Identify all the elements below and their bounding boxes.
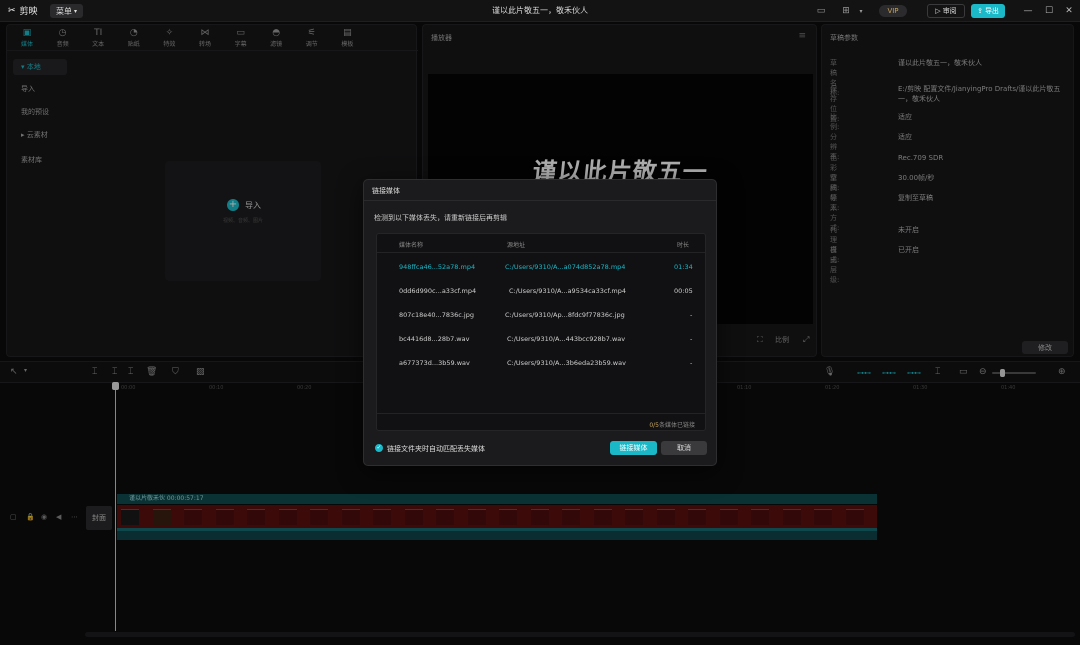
chevron-down-icon[interactable]: ▾ [855, 5, 867, 17]
layout-icon[interactable]: ▭ [815, 5, 827, 17]
media-name: bc4416d8...28b7.wav [399, 335, 470, 343]
dialog-message: 检测到以下媒体丢失，请重新链接后再剪辑 [374, 214, 507, 222]
review-button[interactable]: ▷ 审阅 [927, 4, 965, 18]
linked-count-number: 0/5 [649, 422, 659, 429]
auto-match-label[interactable]: 链接文件夹时自动匹配丢失媒体 [387, 444, 485, 454]
auto-match-checkbox[interactable]: ✓ [375, 444, 383, 452]
media-duration: 01:34 [674, 263, 693, 271]
dialog-title: 链接媒体 [372, 187, 400, 195]
media-duration: - [690, 359, 693, 367]
media-duration: - [690, 335, 693, 343]
window-title: 谨以此片敬五一，敬禾伙人 [492, 6, 588, 15]
media-path: C:/Users/9310/A...a9534ca33cf.mp4 [509, 287, 626, 295]
review-label: 审阅 [942, 7, 957, 15]
link-media-dialog: 链接媒体 检测到以下媒体丢失，请重新链接后再剪辑 媒体名称 源地址 时长 948… [363, 179, 717, 466]
vip-badge[interactable]: VIP [879, 5, 907, 17]
media-duration: 00:05 [674, 287, 693, 295]
export-button[interactable]: ⇪ 导出 [971, 4, 1005, 18]
table-footer-divider [377, 413, 705, 414]
missing-media-table: 媒体名称 源地址 时长 948ffca46...52a78.mp4 C:/Use… [376, 233, 706, 431]
linked-count-text: 条媒体已链接 [658, 422, 695, 429]
column-header-path: 源地址 [507, 242, 526, 249]
review-icon: ▷ [935, 7, 941, 15]
link-media-button[interactable]: 链接媒体 [610, 441, 657, 455]
media-path: C:/Users/9310/A...443bcc928b7.wav [507, 335, 626, 343]
export-label: 导出 [984, 7, 999, 15]
title-bar: ✂ 剪映 菜单 ▾ 谨以此片敬五一，敬禾伙人 ▭ ⊞ ▾ VIP ▷ 审阅 ⇪ … [0, 0, 1080, 22]
media-name: a677373d...3b59.wav [399, 359, 470, 367]
upload-icon: ⇪ [977, 7, 983, 15]
media-name: 0dd6d990c...a33cf.mp4 [399, 287, 477, 295]
media-path: C:/Users/9310/A...a074d852a78.mp4 [505, 263, 626, 271]
table-header-divider [377, 252, 705, 253]
maximize-icon[interactable]: ☐ [1042, 4, 1056, 18]
media-path: C:/Users/9310/A...3b6eda23b59.wav [507, 359, 626, 367]
column-header-name: 媒体名称 [399, 242, 424, 249]
media-path: C:/Users/9310/Ap...8fdc9f77836c.jpg [505, 311, 625, 319]
media-name: 807c18e40...7836c.jpg [399, 311, 474, 319]
dialog-divider [364, 200, 716, 201]
grid-layout-icon[interactable]: ⊞ [840, 5, 852, 17]
cancel-button[interactable]: 取消 [661, 441, 707, 455]
minimize-icon[interactable]: — [1021, 4, 1035, 18]
close-icon[interactable]: ✕ [1062, 4, 1076, 18]
media-duration: - [690, 311, 693, 319]
column-header-duration: 时长 [677, 242, 690, 249]
linked-count: 0/5条媒体已链接 [649, 420, 695, 429]
media-name: 948ffca46...52a78.mp4 [399, 263, 476, 271]
